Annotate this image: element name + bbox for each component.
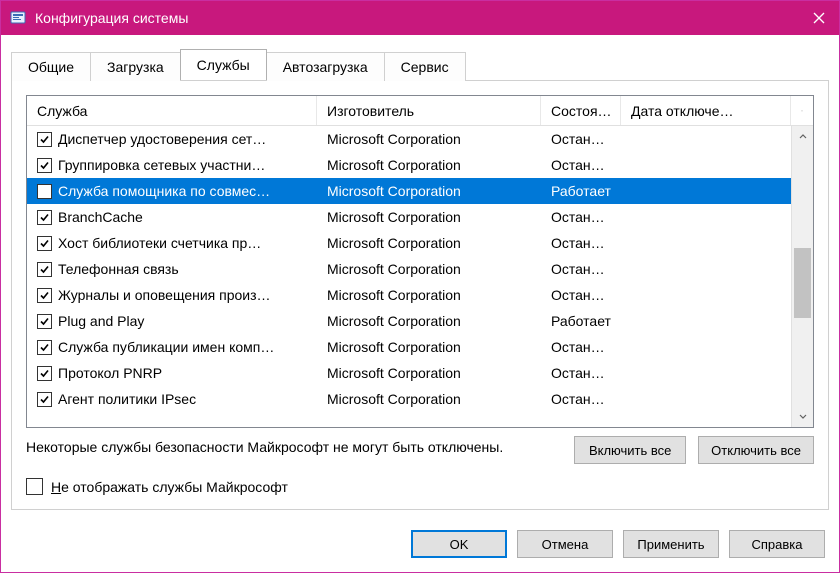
service-name: Агент политики IPsec [58, 391, 196, 407]
service-row[interactable]: Plug and Play Microsoft CorporationРабота… [27, 308, 791, 334]
tab-4[interactable]: Сервис [384, 52, 466, 81]
service-checkbox[interactable] [37, 288, 52, 303]
service-name: Телефонная связь [58, 261, 179, 277]
service-checkbox[interactable] [37, 392, 52, 407]
service-state: Остан… [541, 261, 621, 277]
service-name: Служба публикации имен комп… [58, 339, 274, 355]
service-vendor: Microsoft Corporation [317, 261, 541, 277]
msconfig-window: Конфигурация системы ОбщиеЗагрузкаСлужбы… [0, 0, 840, 573]
enable-all-button[interactable]: Включить все [574, 436, 686, 464]
service-vendor: Microsoft Corporation [317, 157, 541, 173]
service-name: Хост библиотеки счетчика пр… [58, 235, 261, 251]
service-state: Остан… [541, 235, 621, 251]
tab-3[interactable]: Автозагрузка [266, 52, 385, 81]
service-row[interactable]: Агент политики IPsec Microsoft Corporatio… [27, 386, 791, 412]
services-panel: Служба Изготовитель Состоя… Дата отключе… [11, 80, 829, 510]
service-vendor: Microsoft Corporation [317, 287, 541, 303]
security-note: Некоторые службы безопасности Майкрософт… [26, 436, 562, 456]
under-list-row: Некоторые службы безопасности Майкрософт… [26, 436, 814, 464]
titlebar: Конфигурация системы [1, 1, 839, 35]
service-checkbox[interactable] [37, 158, 52, 173]
listview-body: Диспетчер удостоверения сет… Microsoft Co… [27, 126, 813, 427]
service-row[interactable]: Служба помощника по совмес… Microsoft Cor… [27, 178, 791, 204]
service-row[interactable]: Хост библиотеки счетчика пр… Microsoft Co… [27, 230, 791, 256]
disable-all-button[interactable]: Отключить все [698, 436, 814, 464]
service-state: Остан… [541, 287, 621, 303]
service-row[interactable]: Телефонная связь Microsoft CorporationОст… [27, 256, 791, 282]
service-checkbox[interactable] [37, 262, 52, 277]
tab-strip: ОбщиеЗагрузкаСлужбыАвтозагрузкаСервис [1, 35, 839, 80]
service-row[interactable]: Группировка сетевых участни… Microsoft Co… [27, 152, 791, 178]
service-checkbox[interactable] [37, 184, 52, 199]
checkbox-icon [26, 478, 43, 495]
service-state: Остан… [541, 339, 621, 355]
scroll-up-arrow-icon[interactable] [792, 126, 813, 148]
service-row[interactable]: Служба публикации имен комп… Microsoft Co… [27, 334, 791, 360]
service-row[interactable]: Диспетчер удостоверения сет… Microsoft Co… [27, 126, 791, 152]
scrollbar-thumb[interactable] [794, 248, 811, 318]
col-header-state[interactable]: Состоя… [541, 96, 621, 125]
service-vendor: Microsoft Corporation [317, 183, 541, 199]
service-checkbox[interactable] [37, 366, 52, 381]
cancel-button[interactable]: Отмена [517, 530, 613, 558]
vertical-scrollbar[interactable] [791, 126, 813, 427]
service-vendor: Microsoft Corporation [317, 313, 541, 329]
service-state: Работает [541, 313, 621, 329]
service-name: Протокол PNRP [58, 365, 162, 381]
scroll-down-arrow-icon[interactable] [792, 405, 813, 427]
service-checkbox[interactable] [37, 210, 52, 225]
tab-1[interactable]: Загрузка [90, 52, 181, 81]
service-vendor: Microsoft Corporation [317, 235, 541, 251]
col-header-date[interactable]: Дата отключе… [621, 96, 791, 125]
hide-ms-label: Не отображать службы Майкрософт [51, 479, 288, 495]
hide-ms-services-checkbox[interactable]: Не отображать службы Майкрософт [26, 478, 814, 495]
col-header-service[interactable]: Служба [27, 96, 317, 125]
help-button[interactable]: Справка [729, 530, 825, 558]
service-vendor: Microsoft Corporation [317, 365, 541, 381]
dialog-button-row: OK Отмена Применить Справка [1, 520, 839, 572]
service-row[interactable]: Протокол PNRP Microsoft CorporationОстан… [27, 360, 791, 386]
col-header-vendor[interactable]: Изготовитель [317, 96, 541, 125]
service-checkbox[interactable] [37, 236, 52, 251]
service-name: Служба помощника по совмес… [58, 183, 270, 199]
scrollbar-track[interactable] [792, 148, 813, 405]
tab-0[interactable]: Общие [11, 52, 91, 81]
service-checkbox[interactable] [37, 132, 52, 147]
service-checkbox[interactable] [37, 314, 52, 329]
service-name: BranchCache [58, 209, 143, 225]
service-state: Остан… [541, 131, 621, 147]
service-name: Диспетчер удостоверения сет… [58, 131, 266, 147]
tab-2[interactable]: Службы [180, 49, 267, 80]
service-vendor: Microsoft Corporation [317, 209, 541, 225]
service-state: Остан… [541, 391, 621, 407]
apply-button[interactable]: Применить [623, 530, 719, 558]
service-state: Остан… [541, 365, 621, 381]
service-state: Остан… [541, 209, 621, 225]
service-row[interactable]: BranchCache Microsoft CorporationОстан… [27, 204, 791, 230]
service-checkbox[interactable] [37, 340, 52, 355]
window-title: Конфигурация системы [35, 10, 799, 26]
service-name: Журналы и оповещения произ… [58, 287, 271, 303]
service-name: Plug and Play [58, 313, 144, 329]
service-vendor: Microsoft Corporation [317, 339, 541, 355]
service-vendor: Microsoft Corporation [317, 131, 541, 147]
close-button[interactable] [799, 1, 839, 35]
service-state: Работает [541, 183, 621, 199]
service-vendor: Microsoft Corporation [317, 391, 541, 407]
service-state: Остан… [541, 157, 621, 173]
services-listview: Служба Изготовитель Состоя… Дата отключе… [26, 95, 814, 428]
app-icon [9, 9, 27, 27]
ok-button[interactable]: OK [411, 530, 507, 558]
col-header-scroll-spacer [791, 96, 813, 125]
service-name: Группировка сетевых участни… [58, 157, 265, 173]
service-row[interactable]: Журналы и оповещения произ… Microsoft Cor… [27, 282, 791, 308]
listview-header: Служба Изготовитель Состоя… Дата отключе… [27, 96, 813, 126]
